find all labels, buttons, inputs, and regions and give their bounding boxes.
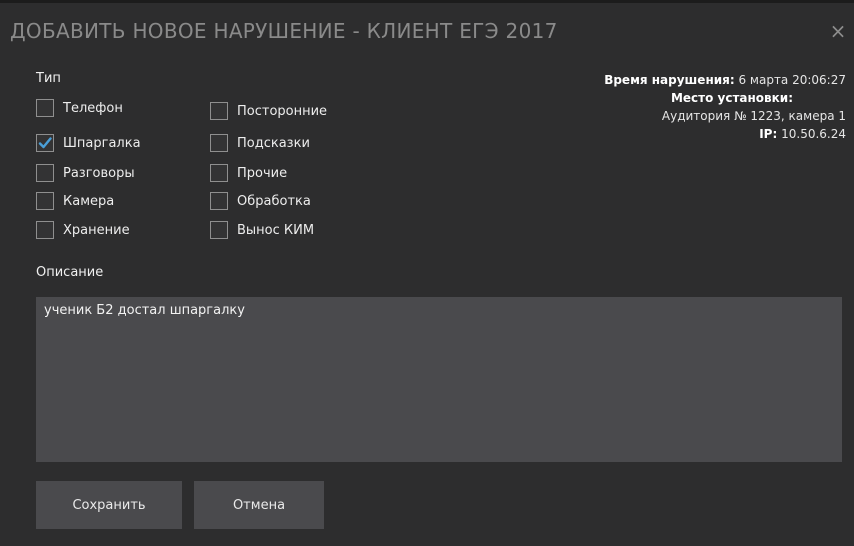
ip-value: 10.50.6.24 xyxy=(781,127,846,141)
checkbox-box[interactable] xyxy=(36,99,54,117)
checkbox-hints[interactable]: Подсказки xyxy=(210,132,310,154)
checkbox-label: Шпаргалка xyxy=(63,135,141,151)
checkbox-label: Вынос КИМ xyxy=(237,222,315,238)
type-section-label: Тип xyxy=(36,71,61,86)
cancel-button[interactable]: Отмена xyxy=(194,481,324,529)
checkbox-label: Телефон xyxy=(63,100,123,116)
violation-time-row: Время нарушения: 6 марта 20:06:27 xyxy=(516,71,846,89)
checkbox-box[interactable] xyxy=(210,164,228,182)
checkbox-box[interactable] xyxy=(210,102,228,120)
description-label: Описание xyxy=(36,265,104,280)
checkbox-label: Посторонние xyxy=(237,103,328,119)
save-button[interactable]: Сохранить xyxy=(36,481,182,529)
violation-time-label: Время нарушения: xyxy=(604,73,735,87)
checkbox-box[interactable] xyxy=(36,192,54,210)
checkbox-storage[interactable]: Хранение xyxy=(36,219,130,241)
location-label: Место установки: xyxy=(670,91,793,105)
checkbox-camera[interactable]: Камера xyxy=(36,190,114,212)
description-field[interactable]: ученик Б2 достал шпаргалку xyxy=(36,297,842,462)
checkbox-other[interactable]: Прочие xyxy=(210,162,287,184)
checkbox-conversations[interactable]: Разговоры xyxy=(36,162,135,184)
checkbox-label: Подсказки xyxy=(237,135,310,151)
location-value: Аудитория № 1223, камера 1 xyxy=(661,109,846,123)
checkbox-outsiders[interactable]: Посторонние xyxy=(210,100,327,122)
checkbox-phone[interactable]: Телефон xyxy=(36,97,123,119)
checkbox-label: Хранение xyxy=(63,222,130,238)
checkbox-box[interactable] xyxy=(210,221,228,239)
checkbox-label: Прочие xyxy=(237,165,288,181)
checkbox-label: Камера xyxy=(63,193,115,209)
checkbox-label: Разговоры xyxy=(63,165,135,181)
dialog-title: ДОБАВИТЬ НОВОЕ НАРУШЕНИЕ - КЛИЕНТ ЕГЭ 20… xyxy=(10,19,558,43)
violation-info: Время нарушения: 6 марта 20:06:27 Место … xyxy=(516,71,846,143)
checkbox-box[interactable] xyxy=(210,134,228,152)
ip-label: IP: xyxy=(759,127,778,141)
checkbox-box[interactable] xyxy=(36,221,54,239)
checkbox-processing[interactable]: Обработка xyxy=(210,190,311,212)
location-label-row: Место установки: xyxy=(516,89,846,107)
checkbox-box[interactable] xyxy=(36,134,54,152)
checkbox-label: Обработка xyxy=(237,193,311,209)
ip-row: IP: 10.50.6.24 xyxy=(516,125,846,143)
checkbox-cheatsheet[interactable]: Шпаргалка xyxy=(36,132,141,154)
checkbox-kim-removal[interactable]: Вынос КИМ xyxy=(210,219,314,241)
dialog-titlebar: ДОБАВИТЬ НОВОЕ НАРУШЕНИЕ - КЛИЕНТ ЕГЭ 20… xyxy=(0,3,854,59)
checkbox-box[interactable] xyxy=(210,192,228,210)
checkmark-icon xyxy=(38,137,52,149)
add-violation-dialog: ДОБАВИТЬ НОВОЕ НАРУШЕНИЕ - КЛИЕНТ ЕГЭ 20… xyxy=(0,0,854,546)
close-icon[interactable]: × xyxy=(828,19,848,43)
violation-time-value: 6 марта 20:06:27 xyxy=(738,73,846,87)
checkbox-box[interactable] xyxy=(36,164,54,182)
